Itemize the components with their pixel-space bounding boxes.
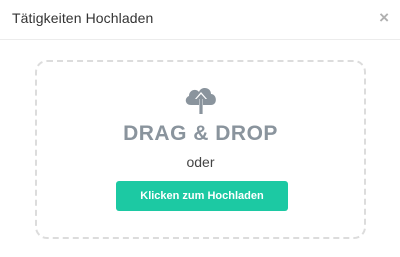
or-text: oder xyxy=(186,154,215,170)
drag-drop-title: DRAG & DROP xyxy=(123,122,278,145)
cloud-upload-icon xyxy=(185,88,216,114)
close-icon[interactable]: × xyxy=(379,8,389,28)
upload-button[interactable]: Klicken zum Hochladen xyxy=(116,181,288,211)
modal-header: Tätigkeiten Hochladen × xyxy=(0,0,400,40)
modal-title: Tätigkeiten Hochladen xyxy=(12,10,154,26)
upload-modal: Tätigkeiten Hochladen × DRAG & DROP oder… xyxy=(0,0,400,257)
dropzone[interactable]: DRAG & DROP oder Klicken zum Hochladen xyxy=(35,60,366,239)
